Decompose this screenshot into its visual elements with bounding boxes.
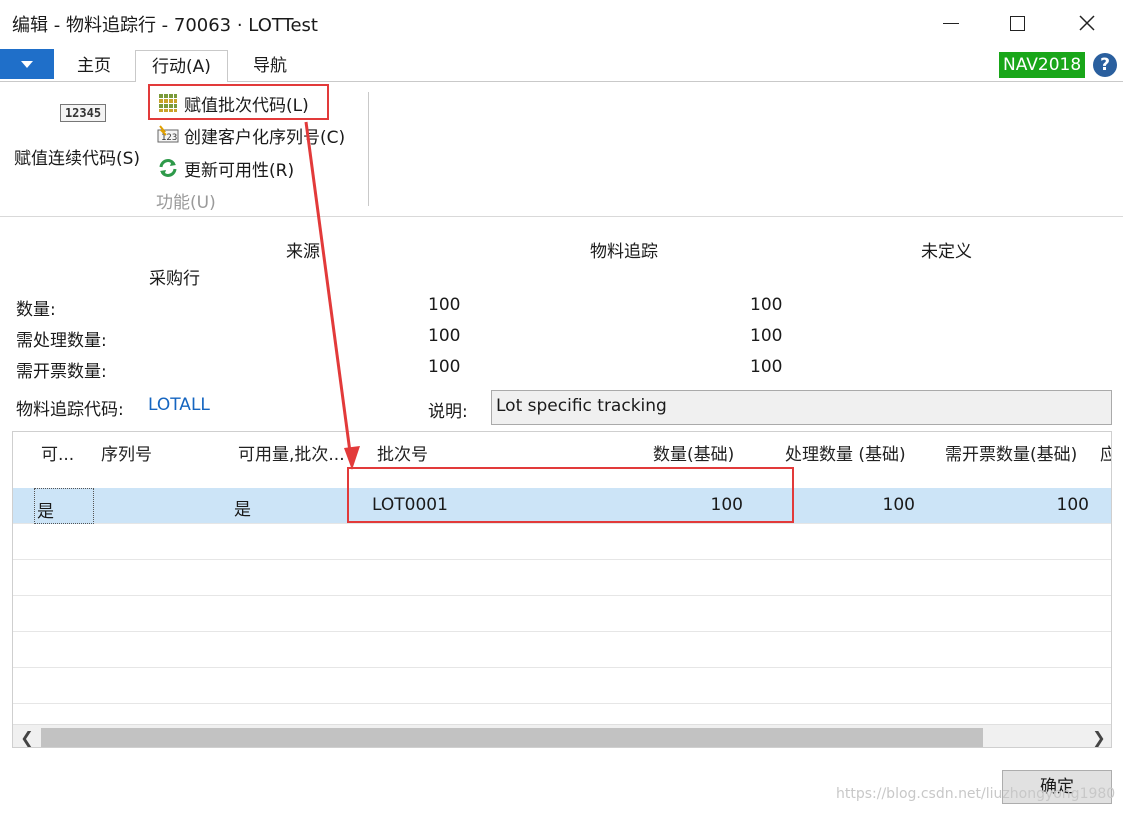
scroll-right-icon[interactable]: ❯ [1087, 725, 1111, 747]
maximize-button[interactable] [982, 0, 1052, 46]
lot-availability-cell[interactable]: 是 [234, 495, 251, 520]
annotation-highlight-lot-row [347, 467, 794, 523]
quantity-label: 数量: [16, 300, 56, 320]
table-row[interactable] [13, 596, 1111, 632]
scrollbar-thumb[interactable] [41, 728, 983, 747]
annotation-highlight-assign-lot [148, 84, 329, 120]
header-qty-invoice-base[interactable]: 需开票数量(基础) [945, 440, 1077, 465]
help-icon[interactable]: ? [1093, 53, 1117, 77]
column-header-undefined: 未定义 [921, 242, 972, 262]
qty-handle-base-cell[interactable]: 100 [865, 495, 915, 515]
column-header-source: 来源 [286, 242, 320, 262]
table-row[interactable] [13, 560, 1111, 596]
quantity-tracking: 100 [750, 295, 783, 315]
ribbon-divider [368, 92, 369, 206]
maximize-icon [1009, 15, 1025, 31]
header-more[interactable]: 应 [1100, 440, 1111, 465]
qty-to-handle-source: 100 [428, 326, 461, 346]
qty-to-invoice-label: 需开票数量: [16, 362, 107, 382]
header-available[interactable]: 可... [41, 440, 74, 465]
scroll-left-icon[interactable]: ❮ [15, 725, 39, 747]
title-bar: 编辑 - 物料追踪行 - 70063 · LOTTest [0, 0, 1123, 46]
watermark: https://blog.csdn.net/liuzhongyong1980 [836, 786, 1116, 802]
header-qty-handle-base[interactable]: 处理数量 (基础) [785, 440, 906, 465]
table-row[interactable] [13, 632, 1111, 668]
item-tracking-code-link[interactable]: LOTALL [148, 395, 210, 415]
description-field: Lot specific tracking [491, 390, 1112, 425]
qty-invoice-base-cell[interactable]: 100 [1039, 495, 1089, 515]
header-lot-no[interactable]: 批次号 [377, 440, 428, 465]
minimize-icon [943, 22, 959, 24]
ribbon-tabs: 主页 行动(A) 导航 NAV2018 ? [0, 46, 1123, 83]
window-title: 编辑 - 物料追踪行 - 70063 · LOTTest [12, 15, 318, 36]
close-icon [1079, 15, 1095, 31]
create-customized-serial-no-button[interactable]: 123 创建客户化序列号(C) [156, 121, 345, 149]
qty-to-invoice-source: 100 [428, 357, 461, 377]
header-qty-base[interactable]: 数量(基础) [653, 440, 734, 465]
column-header-item-tracking: 物料追踪 [590, 242, 658, 262]
table-row[interactable] [13, 668, 1111, 704]
refresh-availability-button[interactable]: 更新可用性(R) [156, 154, 294, 182]
functions-group-label[interactable]: 功能(U) [156, 188, 216, 213]
qty-to-invoice-tracking: 100 [750, 357, 783, 377]
header-lot-availability[interactable]: 可用量,批次... [238, 440, 345, 465]
version-badge: NAV2018 [999, 52, 1086, 78]
refresh-availability-label: 更新可用性(R) [184, 160, 295, 181]
tab-navigate[interactable]: 导航 [250, 50, 290, 83]
source-type: 采购行 [149, 269, 200, 289]
available-cell[interactable]: 是 [34, 488, 94, 524]
refresh-icon [156, 156, 180, 180]
qty-to-handle-tracking: 100 [750, 326, 783, 346]
table-row[interactable] [13, 524, 1111, 560]
create-customized-serial-no-label: 创建客户化序列号(C) [184, 127, 346, 148]
header-serial-no[interactable]: 序列号 [101, 440, 152, 465]
svg-text:123: 123 [161, 133, 177, 143]
tab-actions[interactable]: 行动(A) [135, 50, 228, 83]
application-menu-button[interactable] [0, 49, 54, 79]
tab-home[interactable]: 主页 [74, 50, 114, 83]
minimize-button[interactable] [916, 0, 986, 46]
quantity-source: 100 [428, 295, 461, 315]
horizontal-scrollbar[interactable]: ❮ ❯ [13, 724, 1111, 747]
assign-serial-no-label: 赋值连续代码(S) [14, 149, 141, 169]
item-tracking-code-label: 物料追踪代码: [16, 400, 124, 420]
serial-number-icon: 12345 [60, 104, 106, 122]
qty-to-handle-label: 需处理数量: [16, 331, 107, 351]
close-button[interactable] [1052, 0, 1122, 46]
serial-number-icon: 123 [156, 123, 180, 147]
dropdown-arrow-icon [21, 60, 33, 68]
assign-serial-no-button[interactable]: 12345 赋值连续代码(S) [14, 100, 146, 170]
description-label: 说明: [428, 402, 468, 422]
